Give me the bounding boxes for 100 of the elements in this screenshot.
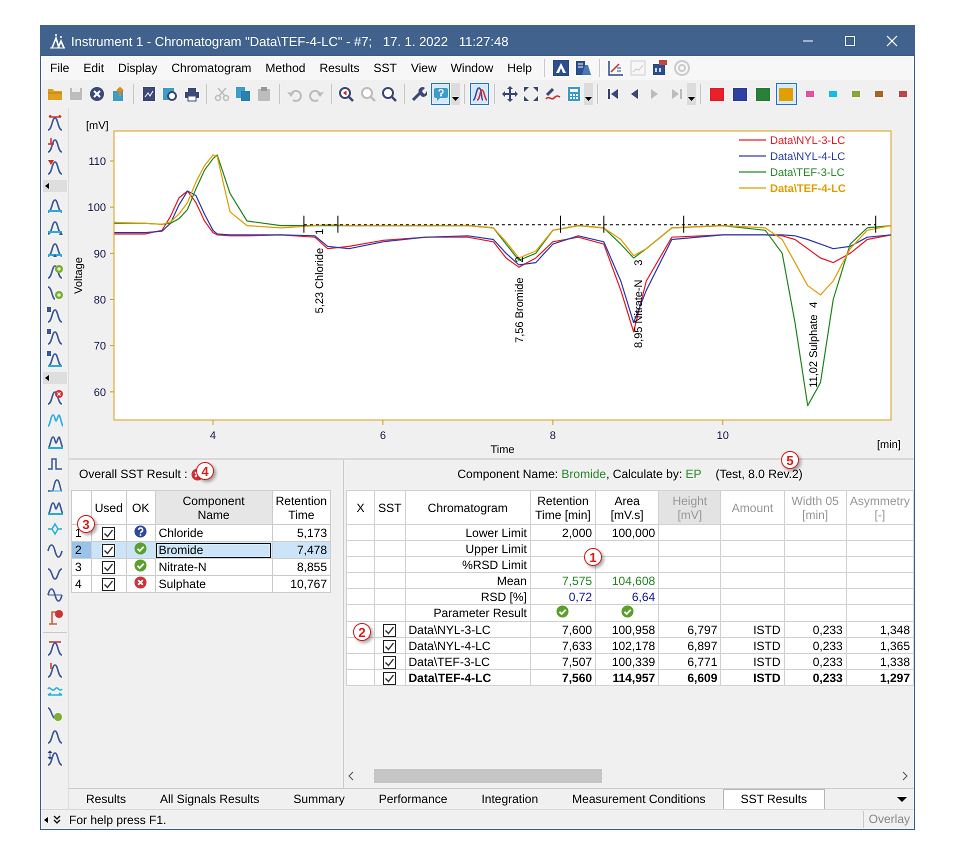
close-icon[interactable] <box>884 33 900 49</box>
peak-filter-icon[interactable] <box>46 159 62 175</box>
menu-item[interactable]: File <box>43 61 76 75</box>
column-header[interactable]: Chromatogram <box>405 490 530 524</box>
column-header[interactable]: X <box>346 490 375 524</box>
print-icon[interactable] <box>184 86 200 102</box>
print-preview-icon[interactable] <box>162 86 178 102</box>
line-chart-icon[interactable] <box>608 60 624 76</box>
negative-peak-icon[interactable] <box>46 565 62 581</box>
dropdown-button[interactable] <box>687 83 696 105</box>
baseline-icon[interactable] <box>46 197 62 213</box>
overlay-chart-button[interactable] <box>470 83 490 105</box>
menu-item[interactable]: Window <box>444 61 500 75</box>
collapse-left-icon[interactable] <box>43 814 49 824</box>
dropdown-button[interactable] <box>584 83 594 105</box>
search-icon[interactable] <box>380 86 397 102</box>
menu-item[interactable]: Edit <box>76 61 112 75</box>
menu-item[interactable]: Method <box>258 61 312 75</box>
expand-icon[interactable] <box>523 86 540 102</box>
delete-peak-icon[interactable] <box>46 389 62 405</box>
table-cell: 6,897 <box>658 638 721 654</box>
wrench-curve-icon[interactable] <box>544 86 560 102</box>
table-cell: 0,72 <box>530 588 596 604</box>
move-arrows-icon[interactable] <box>502 86 518 102</box>
zoom-in-icon[interactable] <box>338 86 354 102</box>
peak-s-icon[interactable] <box>46 329 62 345</box>
table-cell: Parameter Result <box>405 604 530 622</box>
add-peak-icon[interactable] <box>46 263 62 279</box>
scrollbar-thumb[interactable] <box>374 769 602 783</box>
column-header[interactable]: OK <box>126 490 156 524</box>
peak-width-icon[interactable] <box>46 115 62 131</box>
tab[interactable]: Performance <box>362 790 464 809</box>
close-circle-icon[interactable] <box>89 86 106 102</box>
report-icon[interactable] <box>140 86 157 102</box>
table-cell: Mean <box>405 572 530 588</box>
add-valley-icon[interactable] <box>46 285 62 301</box>
wrench-icon[interactable] <box>411 86 428 102</box>
help-button[interactable] <box>430 83 450 105</box>
menu-item[interactable]: Display <box>111 61 164 75</box>
checkbox[interactable] <box>102 561 116 574</box>
column-header[interactable]: Retention Time <box>272 490 330 524</box>
baseline-point-icon[interactable] <box>46 219 62 235</box>
menu-item[interactable]: Help <box>500 61 539 75</box>
column-header[interactable]: Used <box>91 490 126 524</box>
shift-peak-icon[interactable] <box>46 640 62 656</box>
tab[interactable]: SST Results <box>722 789 826 809</box>
sine-icon[interactable] <box>46 587 62 603</box>
mode-indicator: Overlay <box>862 811 914 828</box>
menu-item[interactable]: View <box>404 61 444 75</box>
column-header[interactable]: Component Name <box>155 490 272 524</box>
peak-height-icon[interactable] <box>46 137 62 153</box>
wave-icon[interactable] <box>46 543 62 559</box>
checkbox[interactable] <box>383 640 396 653</box>
peak-n-icon[interactable] <box>46 307 62 323</box>
overall-result-label: Overall SST Result : <box>79 467 188 481</box>
checkbox[interactable] <box>102 578 116 592</box>
collapse-button[interactable] <box>42 372 66 384</box>
calendar-icon[interactable] <box>652 60 668 76</box>
checkbox[interactable] <box>102 544 116 558</box>
checkbox[interactable] <box>383 672 396 685</box>
tab[interactable]: All Signals Results <box>143 790 276 809</box>
copy-icon[interactable] <box>235 86 252 102</box>
menu-item[interactable]: Chromatogram <box>164 61 258 75</box>
front-tangent-icon[interactable] <box>46 477 62 493</box>
double-peak-icon[interactable] <box>46 241 62 257</box>
checkbox[interactable] <box>383 656 396 669</box>
checkbox[interactable] <box>102 527 116 540</box>
color-button[interactable] <box>776 83 798 105</box>
column-header[interactable]: Area [mV.s] <box>596 490 659 524</box>
axis-tick-label: 60 <box>94 386 106 399</box>
menu-item[interactable]: SST <box>366 61 404 75</box>
checkbox[interactable] <box>383 624 396 637</box>
tab[interactable]: Results <box>69 790 144 809</box>
table-cell: %RSD Limit <box>405 556 530 572</box>
axis-tick-label: 6 <box>380 430 386 442</box>
menu-item[interactable]: Results <box>312 61 366 75</box>
flask-document-icon[interactable] <box>574 60 591 76</box>
folder-icon[interactable] <box>46 86 63 102</box>
double-chevron-icon[interactable] <box>53 814 61 824</box>
tab[interactable]: Integration <box>464 790 556 809</box>
table-cell: 6,797 <box>658 622 721 638</box>
table-cell: 0,233 <box>784 638 846 654</box>
column-header[interactable]: Retention Time [min] <box>530 490 596 524</box>
peak-shape-icon[interactable] <box>46 728 62 744</box>
peak-g-icon[interactable] <box>46 351 62 367</box>
move-peak-icon[interactable] <box>46 662 62 678</box>
maximize-icon[interactable] <box>842 33 858 49</box>
delete-baseline-icon[interactable] <box>46 609 62 625</box>
dropdown-button[interactable] <box>451 83 460 105</box>
table-cell: Sulphate <box>155 576 272 592</box>
table-cell: Data\TEF-3-LC <box>405 654 530 670</box>
column-header[interactable]: SST <box>374 490 405 524</box>
peak-label: 7,56 Bromide <box>514 277 526 343</box>
collapse-button[interactable] <box>42 180 66 192</box>
vertical-shift-icon[interactable] <box>46 750 62 766</box>
tab-list-icon[interactable] <box>896 794 908 804</box>
tab[interactable]: Summary <box>276 790 362 809</box>
check-peak-icon[interactable] <box>46 706 62 722</box>
tab[interactable]: Measurement Conditions <box>555 790 723 809</box>
triangle-logo-icon[interactable] <box>552 60 569 76</box>
